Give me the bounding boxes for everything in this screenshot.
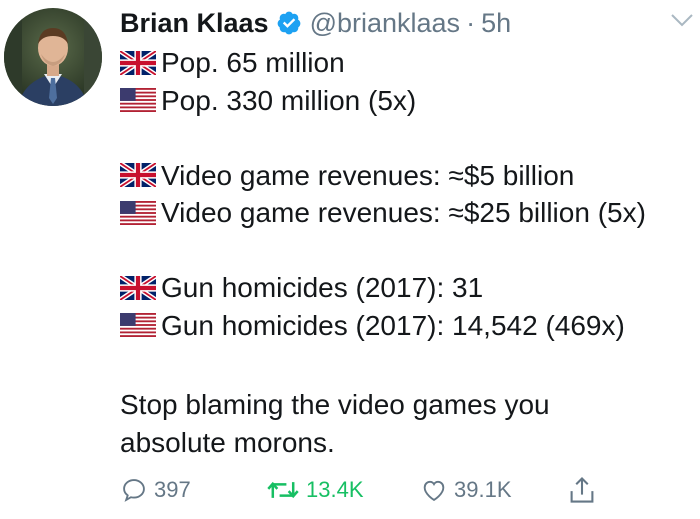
heart-icon [423, 480, 445, 502]
us-flag-icon [120, 200, 156, 225]
retweet-button[interactable]: 13.4K [266, 470, 364, 510]
avatar[interactable] [4, 8, 102, 106]
stat-text: Pop. 330 million (5x) [161, 84, 417, 116]
us-flag-icon [120, 88, 156, 113]
stat-line: Gun homicides (2017): 14,542 (469x) [120, 307, 690, 345]
stat-line: Gun homicides (2017): 31 [120, 269, 690, 307]
author-name[interactable]: Brian Klaas [120, 8, 269, 39]
like-button[interactable]: 39.1K [420, 470, 512, 510]
author-handle[interactable]: @brianklaas [310, 8, 460, 39]
profile-photo [4, 8, 102, 106]
tweet-header: Brian Klaas @brianklaas · 5h [120, 4, 511, 42]
share-button[interactable] [568, 470, 596, 510]
retweet-icon [267, 481, 299, 499]
stat-line: Video game revenues: ≈$25 billion (5x) [120, 194, 690, 232]
tweet-actions: 397 13.4K 39.1K [120, 470, 600, 510]
separator-dot: · [466, 7, 476, 38]
share-icon [570, 476, 594, 503]
reply-count: 397 [154, 477, 191, 502]
retweet-count: 13.4K [306, 477, 364, 502]
stat-text: Gun homicides (2017): 31 [161, 272, 484, 303]
tweet-text: Pop. 65 million Pop. 330 million (5x) Vi… [120, 44, 690, 462]
reply-button[interactable]: 397 [120, 470, 191, 510]
chevron-down-icon[interactable] [670, 12, 694, 28]
stat-text: Pop. 65 million [161, 47, 345, 78]
closing-text: Stop blaming the video games you absolut… [120, 388, 550, 458]
stat-text: Video game revenues: ≈$5 billion [161, 159, 575, 191]
reply-icon [123, 479, 145, 502]
uk-flag-icon [120, 50, 156, 75]
stat-text: Gun homicides (2017): 14,542 (469x) [161, 309, 625, 341]
stat-line: Video game revenues: ≈$5 billion [120, 157, 690, 195]
uk-flag-icon [120, 275, 156, 300]
like-count: 39.1K [454, 477, 512, 502]
stat-line: Pop. 330 million (5x) [120, 82, 690, 120]
stat-line: Pop. 65 million [120, 44, 690, 82]
uk-flag-icon [120, 163, 156, 188]
us-flag-icon [120, 313, 156, 338]
stat-text: Video game revenues: ≈$25 billion (5x) [161, 197, 646, 228]
tweet-timestamp[interactable]: 5h [481, 8, 511, 39]
verified-badge-icon [276, 10, 302, 36]
